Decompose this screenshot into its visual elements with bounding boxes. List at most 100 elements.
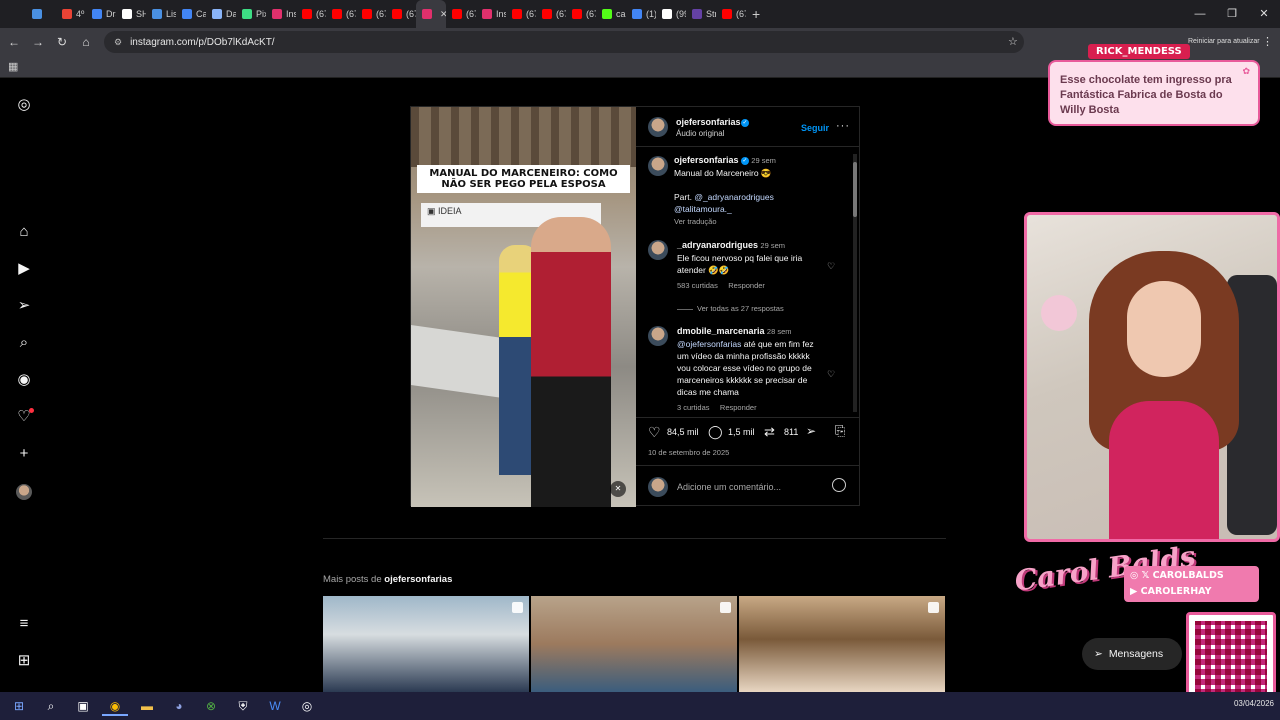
comment-mention[interactable]: @ojefersonfarias: [677, 339, 741, 349]
browser-tab[interactable]: Car: [176, 0, 206, 28]
minimize-button[interactable]: —: [1184, 0, 1216, 28]
reply-button[interactable]: Responder: [720, 403, 757, 412]
word-icon[interactable]: W: [262, 696, 288, 716]
comment-likes[interactable]: 3 curtidas: [677, 402, 710, 414]
bookmark-star-icon[interactable]: ☆: [1008, 35, 1018, 48]
post-options-icon[interactable]: ···: [836, 120, 850, 132]
browser-tab[interactable]: Stri: [686, 0, 716, 28]
repost-count[interactable]: 811: [784, 427, 798, 437]
comment-count[interactable]: 1,5 mil: [728, 427, 755, 437]
file-explorer-icon[interactable]: ▬: [134, 696, 160, 716]
browser-tab[interactable]: (67: [446, 0, 476, 28]
like-icon[interactable]: ♡: [648, 424, 661, 441]
save-bookmark-icon[interactable]: ⎘: [835, 423, 845, 439]
caption-author[interactable]: ojefersonfarias: [674, 155, 739, 165]
obs-icon[interactable]: ◎: [294, 696, 320, 716]
browser-tab[interactable]: (67: [296, 0, 326, 28]
update-button[interactable]: Reiniciar para atualizar: [1188, 38, 1260, 45]
direct-send-icon[interactable]: ➢: [16, 298, 32, 314]
post-thumbnail[interactable]: [739, 596, 945, 692]
comment-likes[interactable]: 583 curtidas: [677, 280, 718, 292]
chrome-icon[interactable]: ◉: [102, 696, 128, 716]
maximize-button[interactable]: ❐: [1216, 0, 1248, 28]
author-avatar[interactable]: [648, 117, 668, 137]
forward-button[interactable]: →: [26, 35, 50, 49]
share-icon[interactable]: ➢: [806, 424, 816, 438]
browser-tab[interactable]: List: [146, 0, 176, 28]
caption-mention-1[interactable]: @_adryanarodrigues: [694, 192, 774, 202]
menu-icon[interactable]: ⋮: [1262, 35, 1273, 48]
site-info-icon[interactable]: ⚙: [114, 37, 122, 48]
comment-like-icon[interactable]: ♡: [827, 369, 835, 380]
browser-tab[interactable]: (67: [326, 0, 356, 28]
comment-icon[interactable]: ◯: [708, 424, 723, 440]
browser-tab[interactable]: Inst: [476, 0, 506, 28]
reel-video[interactable]: ▣ IDEIA MANUAL DO MARCENEIRO: COMO NÃO S…: [411, 107, 636, 507]
translate-link[interactable]: Ver tradução: [674, 217, 717, 226]
mute-icon[interactable]: ✕: [610, 481, 626, 497]
audio-label[interactable]: Áudio original: [676, 129, 724, 138]
address-bar[interactable]: ⚙ instagram.com/p/DOb7lKdAcKT/: [104, 31, 1024, 53]
messages-button[interactable]: ➢ Mensagens: [1082, 638, 1182, 670]
reload-button[interactable]: ↻: [50, 35, 74, 49]
comment-avatar[interactable]: [648, 240, 668, 260]
add-comment-input[interactable]: Adicione um comentário...: [677, 482, 781, 492]
home-icon[interactable]: ⌂: [16, 224, 32, 240]
reply-button[interactable]: Responder: [728, 281, 765, 290]
browser-tab[interactable]: Das: [206, 0, 236, 28]
browser-tab[interactable]: (67: [356, 0, 386, 28]
comments-scrollbar[interactable]: [853, 154, 857, 412]
xbox-icon[interactable]: ⊗: [198, 696, 224, 716]
browser-tab[interactable]: (67: [536, 0, 566, 28]
caption-avatar[interactable]: [648, 156, 668, 176]
windows-start-icon[interactable]: ⊞: [6, 696, 32, 716]
back-button[interactable]: ←: [2, 35, 26, 49]
view-replies-link[interactable]: Ver todas as 27 respostas: [677, 304, 784, 313]
meta-apps-icon[interactable]: ⊞: [16, 653, 32, 669]
browser-tab[interactable]: [26, 0, 56, 28]
browser-tab[interactable]: 4º A: [56, 0, 86, 28]
comment-like-icon[interactable]: ♡: [827, 261, 835, 272]
browser-tab[interactable]: Dra: [86, 0, 116, 28]
apps-grid-icon[interactable]: ▦: [8, 60, 18, 73]
post-thumbnail[interactable]: [323, 596, 529, 692]
browser-tab[interactable]: (67: [506, 0, 536, 28]
author-username[interactable]: ojefersonfarias: [676, 117, 741, 127]
new-tab-button[interactable]: +: [752, 6, 760, 22]
follow-button[interactable]: Seguir: [801, 123, 829, 133]
browser-tab[interactable]: (67: [386, 0, 416, 28]
browser-tab[interactable]: Pixi: [236, 0, 266, 28]
more-menu-icon[interactable]: ≡: [16, 616, 32, 632]
profile-avatar[interactable]: [16, 484, 32, 500]
reels-icon[interactable]: ▶: [16, 261, 32, 277]
browser-tab[interactable]: ✕: [416, 0, 446, 28]
task-view-icon[interactable]: ▣: [70, 696, 96, 716]
explore-compass-icon[interactable]: ◉: [16, 372, 32, 388]
caption-mention-2[interactable]: @talitamoura._: [674, 204, 732, 214]
create-plus-icon[interactable]: +: [16, 446, 32, 462]
home-button[interactable]: ⌂: [74, 35, 98, 49]
browser-tab[interactable]: (99: [656, 0, 686, 28]
comment-user[interactable]: _adryanarodrigues: [677, 240, 758, 250]
security-shield-icon[interactable]: ⛨: [230, 696, 256, 716]
repost-icon[interactable]: ⇄: [764, 424, 775, 440]
emoji-icon[interactable]: [832, 478, 846, 492]
comment-user[interactable]: dmobile_marcenaria: [677, 326, 765, 336]
search-icon[interactable]: ⌕: [16, 335, 32, 351]
like-count[interactable]: 84,5 mil: [667, 427, 699, 437]
close-window-button[interactable]: ✕: [1248, 0, 1280, 28]
discord-icon[interactable]: ◕: [166, 696, 192, 716]
browser-tab[interactable]: SHE: [116, 0, 146, 28]
post-thumbnail[interactable]: [531, 596, 737, 692]
instagram-logo-icon[interactable]: ◎: [16, 97, 32, 113]
tab-label: List: [166, 9, 176, 19]
search-icon[interactable]: ⌕: [38, 696, 64, 716]
comment-avatar[interactable]: [648, 326, 668, 346]
browser-tab[interactable]: (67: [566, 0, 596, 28]
browser-tab[interactable]: Inst: [266, 0, 296, 28]
browser-tab[interactable]: can: [596, 0, 626, 28]
view-replies-text[interactable]: Ver todas as 27 respostas: [697, 304, 784, 313]
browser-tab[interactable]: (1): [626, 0, 656, 28]
more-posts-author[interactable]: ojefersonfarias: [384, 574, 452, 585]
browser-tab[interactable]: (67: [716, 0, 746, 28]
